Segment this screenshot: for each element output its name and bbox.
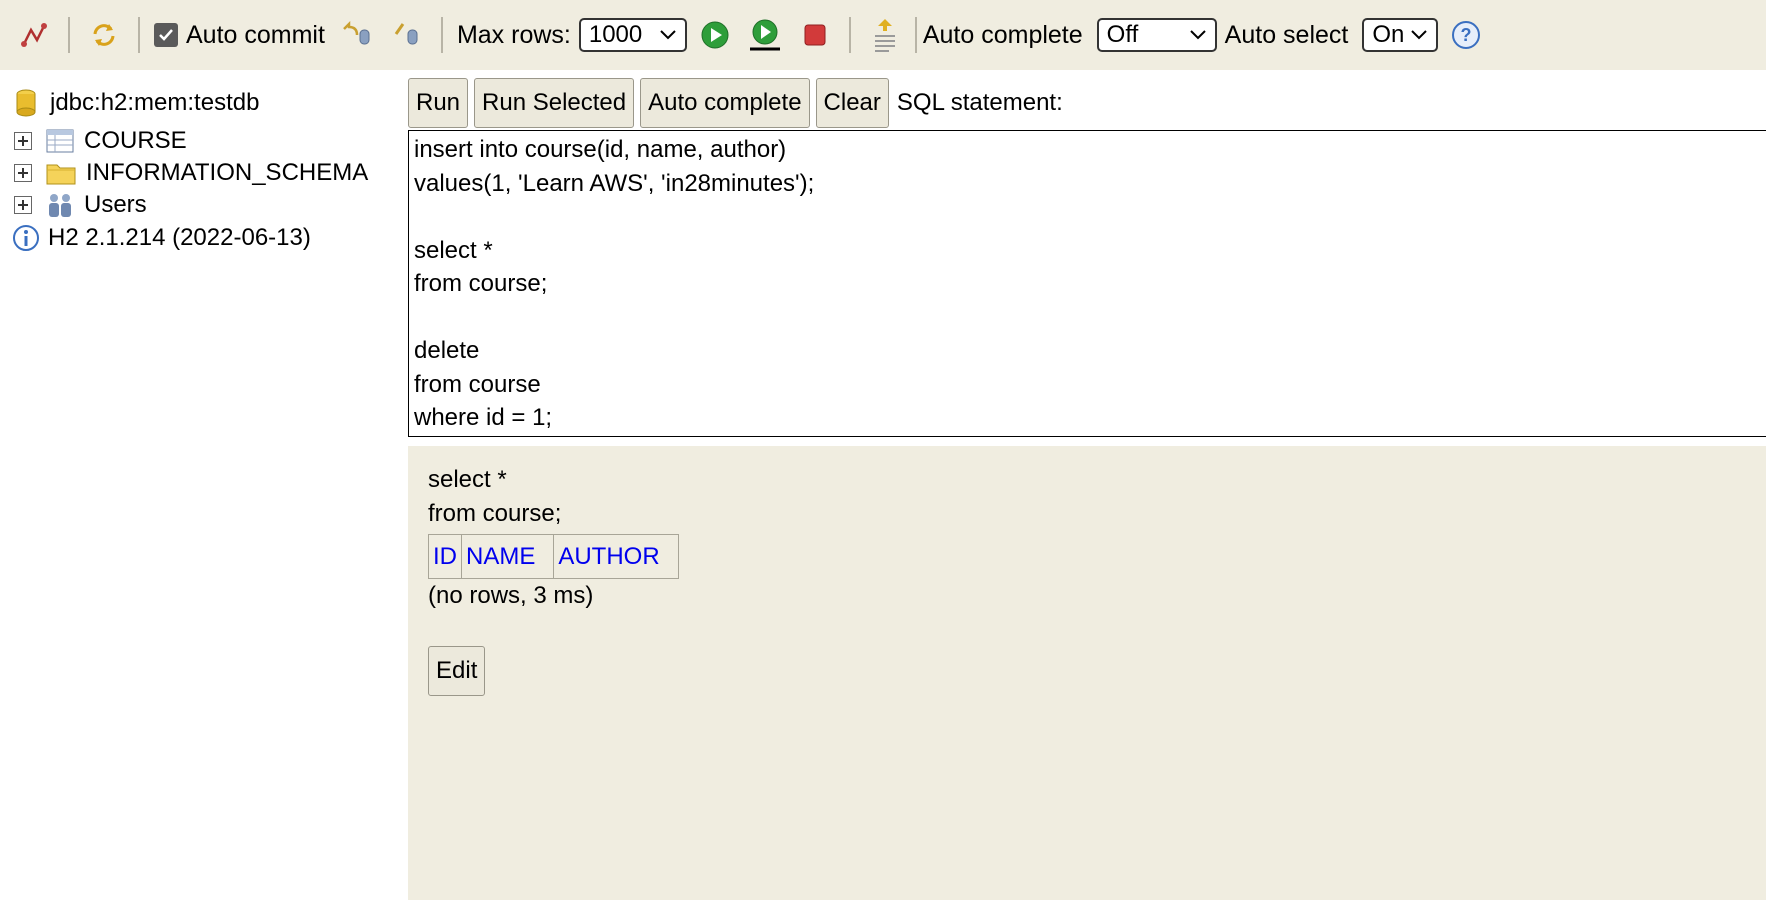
tree-item-label: INFORMATION_SCHEMA xyxy=(86,159,369,186)
run-button[interactable]: Run xyxy=(408,78,469,128)
refresh-icon[interactable] xyxy=(84,15,124,55)
run-selected-icon[interactable] xyxy=(745,15,785,55)
tree-item-label: COURSE xyxy=(84,127,187,154)
expand-icon[interactable] xyxy=(14,196,32,214)
auto-complete-label: Auto complete xyxy=(922,20,1083,49)
users-icon xyxy=(46,191,74,219)
rollback-icon[interactable] xyxy=(337,15,377,55)
version-info: H2 2.1.214 (2022-06-13) xyxy=(12,221,311,255)
svg-text:?: ? xyxy=(1461,25,1472,45)
auto-select-label: Auto select xyxy=(1224,20,1349,49)
run-selected-button[interactable]: Run Selected xyxy=(474,78,635,128)
max-rows-value: 1000 xyxy=(588,21,643,48)
table-header-row: ID NAME AUTHOR xyxy=(428,534,679,579)
tree-item-connection[interactable]: jdbc:h2:mem:testdb xyxy=(14,86,259,120)
auto-commit-checkbox[interactable]: Auto commit xyxy=(154,21,325,50)
expand-icon[interactable] xyxy=(14,164,32,182)
query-button-row: Run Run Selected Auto complete Clear SQL… xyxy=(408,78,1063,128)
edit-button[interactable]: Edit xyxy=(428,646,486,696)
max-rows-label: Max rows: xyxy=(456,20,571,49)
chevron-down-icon xyxy=(1189,30,1206,40)
result-table: ID NAME AUTHOR xyxy=(428,534,679,579)
auto-commit-label: Auto commit xyxy=(186,20,325,49)
sql-editor[interactable]: insert into course(id, name, author) val… xyxy=(408,130,1766,437)
version-label: H2 2.1.214 (2022-06-13) xyxy=(48,224,311,251)
auto-complete-button[interactable]: Auto complete xyxy=(640,78,810,128)
history-icon[interactable] xyxy=(865,15,905,55)
auto-complete-value: Off xyxy=(1106,21,1139,48)
help-icon[interactable]: ? xyxy=(1446,15,1486,55)
toolbar-divider xyxy=(848,17,851,53)
column-header-name[interactable]: NAME xyxy=(460,534,555,579)
tree-item-course[interactable]: COURSE xyxy=(14,124,187,158)
result-statement-line: from course; xyxy=(428,500,562,527)
toolbar-divider xyxy=(914,17,917,53)
connection-url: jdbc:h2:mem:testdb xyxy=(50,89,260,116)
result-statement-line: select * xyxy=(428,466,507,493)
tree-item-label: Users xyxy=(84,191,147,218)
table-icon xyxy=(46,129,74,153)
expand-icon[interactable] xyxy=(14,132,32,150)
tree-item-information-schema[interactable]: INFORMATION_SCHEMA xyxy=(14,156,368,190)
auto-select-value: On xyxy=(1372,21,1405,48)
clear-button[interactable]: Clear xyxy=(815,78,889,128)
max-rows-select[interactable]: 1000 xyxy=(578,18,687,52)
disconnect-icon[interactable] xyxy=(14,15,54,55)
tree-item-users[interactable]: Users xyxy=(14,188,147,222)
run-icon[interactable] xyxy=(695,15,735,55)
column-header-id[interactable]: ID xyxy=(428,534,462,579)
toolbar-divider xyxy=(440,17,443,53)
auto-select-select[interactable]: On xyxy=(1362,18,1439,52)
chevron-down-icon xyxy=(660,30,676,40)
auto-complete-select[interactable]: Off xyxy=(1096,18,1217,52)
toolbar-divider xyxy=(138,17,140,53)
result-panel: select * from course; ID NAME AUTHOR (no… xyxy=(408,446,1766,900)
toolbar: Auto commit Max rows: 1000 Auto complete… xyxy=(0,0,1766,70)
toolbar-divider xyxy=(68,17,70,53)
stop-icon[interactable] xyxy=(795,15,835,55)
folder-icon xyxy=(46,161,76,185)
sql-statement-label: SQL statement: xyxy=(896,89,1063,116)
column-header-author[interactable]: AUTHOR xyxy=(553,534,679,579)
database-icon xyxy=(14,88,38,118)
chevron-down-icon xyxy=(1411,30,1428,40)
info-icon xyxy=(12,224,40,252)
commit-icon[interactable] xyxy=(387,15,427,55)
result-status: (no rows, 3 ms) xyxy=(428,582,594,609)
checkmark-icon xyxy=(154,23,178,47)
